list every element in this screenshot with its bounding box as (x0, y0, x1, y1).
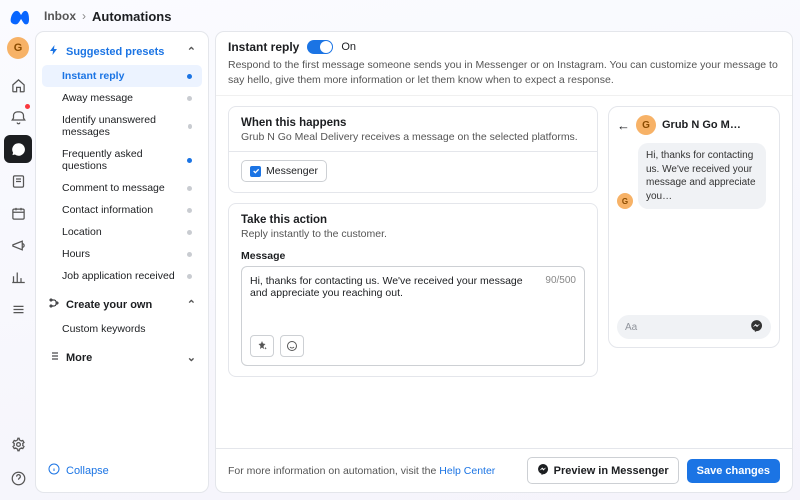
sidebar-item-location[interactable]: Location (42, 221, 202, 243)
toggle-state-label: On (341, 41, 356, 53)
automation-toggle[interactable] (307, 40, 333, 54)
content-header: Instant reply On Respond to the first me… (216, 32, 792, 96)
meta-logo (7, 6, 29, 31)
branches-icon (48, 297, 60, 312)
status-dot-icon (187, 186, 192, 191)
rail-settings[interactable] (4, 430, 32, 458)
message-label: Message (241, 250, 585, 262)
sidebar-section-more[interactable]: More ⌄ (42, 346, 202, 369)
account-avatar[interactable]: G (7, 37, 29, 59)
status-dot-icon (187, 208, 192, 213)
trigger-title: When this happens (241, 117, 585, 129)
sidebar-item-label: Away message (62, 92, 133, 104)
rail-content[interactable] (4, 167, 32, 195)
help-center-link[interactable]: Help Center (439, 465, 495, 477)
personalize-button[interactable] (250, 335, 274, 357)
status-dot-icon (187, 96, 192, 101)
form-column: When this happens Grub N Go Meal Deliver… (228, 106, 598, 438)
breadcrumb-current: Automations (92, 9, 171, 24)
message-textarea[interactable] (250, 275, 534, 325)
rail-home[interactable] (4, 71, 32, 99)
sidebar-item-label: Hours (62, 248, 90, 260)
breadcrumb-parent[interactable]: Inbox (44, 9, 76, 23)
preview-bubble-avatar: G (617, 193, 633, 209)
sidebar-item-instant-reply[interactable]: Instant reply (42, 65, 202, 87)
rail-inbox[interactable] (4, 135, 32, 163)
preview-messenger-button[interactable]: Preview in Messenger (527, 457, 679, 484)
save-changes-button[interactable]: Save changes (687, 459, 780, 483)
status-dot-icon (187, 252, 192, 257)
action-subtitle: Reply instantly to the customer. (241, 228, 585, 244)
sidebar-item-label: Frequently asked questions (62, 148, 187, 172)
phone-preview: ← G Grub N Go M… G Hi, thanks for contac… (608, 106, 780, 348)
status-dot-icon (187, 230, 192, 235)
status-dot-icon (188, 124, 192, 129)
messenger-icon (537, 463, 549, 478)
rail-insights[interactable] (4, 263, 32, 291)
sidebar-item-job-application-received[interactable]: Job application received (42, 265, 202, 287)
chevron-down-icon: ⌄ (187, 351, 196, 364)
check-icon (250, 166, 261, 177)
lightning-icon (48, 44, 60, 59)
sidebar-item-comment-to-message[interactable]: Comment to message (42, 177, 202, 199)
automation-description: Respond to the first message someone sen… (228, 58, 780, 87)
preview-back-button[interactable]: ← (617, 118, 630, 133)
rail-all-tools[interactable] (4, 295, 32, 323)
sidebar-item-label: Location (62, 226, 102, 238)
action-title: Take this action (241, 214, 585, 226)
sidebar-collapse-button[interactable]: Collapse (42, 457, 202, 484)
status-dot-icon (187, 274, 192, 279)
app-leftrail: G (0, 0, 36, 500)
trigger-card: When this happens Grub N Go Meal Deliver… (228, 106, 598, 193)
chevron-up-icon: ⌃ (187, 298, 196, 311)
preview-column: ← G Grub N Go M… G Hi, thanks for contac… (608, 106, 780, 438)
sidebar-item-frequently-asked-questions[interactable]: Frequently asked questions (42, 143, 202, 177)
preview-avatar: G (636, 115, 656, 135)
messenger-icon (750, 319, 763, 335)
sidebar-item-label: Instant reply (62, 70, 124, 82)
footer-info: For more information on automation, visi… (228, 465, 519, 477)
platform-messenger-checkbox[interactable]: Messenger (241, 160, 327, 182)
status-dot-icon (187, 74, 192, 79)
sidebar-item-identify-unanswered-messages[interactable]: Identify unanswered messages (42, 109, 202, 143)
main-area: Inbox › Automations Suggested presets ⌃ … (36, 0, 800, 500)
preview-composer-placeholder: Aa (625, 322, 637, 333)
message-input-container: 90/500 (241, 266, 585, 366)
automation-title: Instant reply (228, 40, 299, 54)
rail-planner[interactable] (4, 199, 32, 227)
sidebar-item-label: Identify unanswered messages (62, 114, 188, 138)
chevron-up-icon: ⌃ (187, 45, 196, 58)
sidebar-item-label: Contact information (62, 204, 153, 216)
sidebar-item-label: Job application received (62, 270, 175, 282)
sidebar-item-label: Comment to message (62, 182, 165, 194)
sidebar-item-hours[interactable]: Hours (42, 243, 202, 265)
rail-help[interactable] (4, 464, 32, 492)
preview-page-name: Grub N Go M… (662, 119, 741, 131)
info-icon (48, 463, 60, 478)
action-card: Take this action Reply instantly to the … (228, 203, 598, 377)
sidebar-item-away-message[interactable]: Away message (42, 87, 202, 109)
chevron-right-icon: › (82, 9, 86, 23)
sidebar-item-custom-keywords[interactable]: Custom keywords (42, 318, 202, 340)
sidebar-section-create[interactable]: Create your own ⌃ (42, 293, 202, 316)
emoji-button[interactable] (280, 335, 304, 357)
automation-content: Instant reply On Respond to the first me… (216, 32, 792, 492)
preview-composer: Aa (617, 315, 771, 339)
char-counter: 90/500 (545, 275, 576, 286)
notification-dot-icon (25, 104, 30, 109)
sidebar-section-presets[interactable]: Suggested presets ⌃ (42, 40, 202, 63)
rail-ads[interactable] (4, 231, 32, 259)
sidebar-item-contact-information[interactable]: Contact information (42, 199, 202, 221)
list-icon (48, 350, 60, 365)
status-dot-icon (187, 158, 192, 163)
content-footer: For more information on automation, visi… (216, 448, 792, 492)
automation-sidebar: Suggested presets ⌃ Instant reply Away me… (36, 32, 208, 492)
trigger-subtitle: Grub N Go Meal Delivery receives a messa… (241, 131, 585, 151)
breadcrumb: Inbox › Automations (36, 0, 800, 32)
preview-message-bubble: Hi, thanks for contacting us. We've rece… (638, 143, 766, 209)
